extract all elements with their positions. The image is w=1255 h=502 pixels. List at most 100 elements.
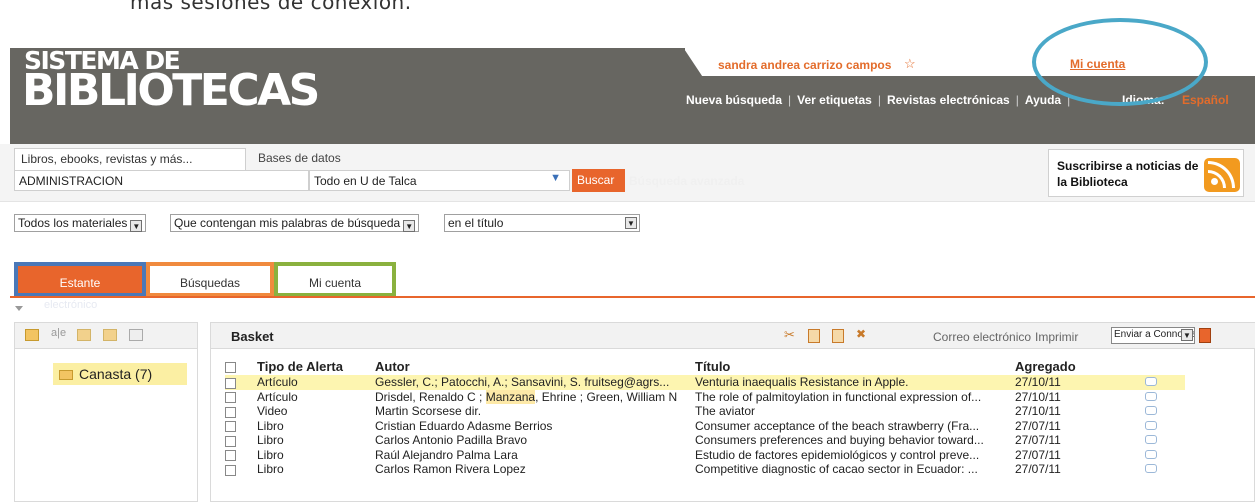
tab-mi-cuenta[interactable]: Mi cuenta	[274, 262, 396, 297]
row-type: Libro	[257, 433, 284, 448]
subscribe-news[interactable]: Suscribirse a noticias de la Biblioteca	[1048, 149, 1244, 197]
dropdown-arrow-icon: ▼	[1181, 329, 1193, 341]
rss-icon	[1204, 158, 1240, 192]
folder-canasta-label: Canasta (7)	[79, 366, 153, 382]
basket-title: Basket	[231, 329, 274, 344]
row-title[interactable]: Estudio de factores epidemiológicos y co…	[695, 448, 1015, 463]
email-action[interactable]: Correo electrónico	[933, 330, 1031, 344]
row-type: Libro	[257, 418, 284, 433]
row-checkbox[interactable]	[225, 464, 236, 476]
comment-icon[interactable]	[1145, 449, 1157, 459]
send-to-select[interactable]: Enviar a Connotea ▼	[1111, 327, 1195, 344]
site-header: SISTEMA DE BIBLIOTECAS sandra andrea car…	[10, 18, 1255, 144]
row-select-cell	[225, 375, 243, 390]
row-select-cell	[225, 433, 243, 448]
scope-select[interactable]: Todo en U de Talca ▼	[309, 170, 570, 191]
comment-icon[interactable]	[1145, 377, 1157, 387]
folder-canasta[interactable]: Canasta (7)	[53, 363, 187, 385]
row-checkbox[interactable]	[225, 450, 236, 462]
comment-icon[interactable]	[1145, 464, 1157, 474]
tab-estante[interactable]: Estante	[14, 262, 146, 297]
table-row[interactable]: Artículo Drisdel, Renaldo C ; Manzana, E…	[225, 389, 1185, 405]
row-note-cell	[1145, 448, 1185, 463]
row-date: 27/07/11	[1015, 433, 1061, 448]
row-checkbox[interactable]	[225, 435, 236, 447]
select-all-checkbox[interactable]	[225, 361, 236, 373]
collapse-caret-icon[interactable]	[15, 306, 23, 311]
tab-databases[interactable]: Bases de datos	[258, 151, 341, 165]
row-checkbox[interactable]	[225, 421, 236, 433]
row-checkbox[interactable]	[225, 392, 236, 404]
comment-icon[interactable]	[1145, 391, 1157, 401]
row-select-cell	[225, 404, 243, 419]
col-note	[1145, 357, 1185, 375]
row-author: Cristian Eduardo Adasme Berrios	[375, 418, 553, 433]
main-nav: Nueva búsqueda | Ver etiquetas | Revistas el…	[686, 93, 1071, 107]
table-row[interactable]: Libro Carlos Antonio Padilla Bravo Consu…	[225, 433, 1185, 448]
row-title[interactable]: Venturia inaequalis Resistance in Apple.	[695, 375, 1015, 390]
comment-icon[interactable]	[1145, 420, 1157, 430]
field-filter[interactable]: en el título ▼	[444, 214, 640, 232]
author-part: Drisdel, Renaldo C ;	[375, 389, 486, 404]
match-filter[interactable]: Que contengan mis palabras de búsqueda ▼	[170, 214, 420, 232]
nav-tags[interactable]: Ver etiquetas	[797, 93, 872, 107]
nav-help[interactable]: Ayuda	[1025, 93, 1061, 107]
comment-icon[interactable]	[1145, 406, 1157, 416]
row-title[interactable]: The role of palmitoylation in functional…	[695, 390, 1015, 405]
export-icon[interactable]	[1199, 328, 1211, 343]
delete-folder-icon[interactable]	[129, 329, 143, 341]
row-note-cell	[1145, 404, 1185, 419]
row-date: 27/10/11	[1015, 389, 1061, 404]
row-author: Drisdel, Renaldo C ; Manzana, Ehrine ; G…	[375, 389, 695, 405]
row-title[interactable]: Consumers preferences and buying behavio…	[695, 433, 1015, 448]
table-row[interactable]: Artículo Gessler, C.; Patocchi, A.; Sans…	[225, 375, 1185, 390]
row-author: Raúl Alejandro Palma Lara	[375, 447, 518, 462]
logo-line2: BIBLIOTECAS	[22, 65, 320, 116]
row-checkbox[interactable]	[225, 377, 236, 389]
search-input[interactable]: ADMINISTRACION	[14, 170, 309, 191]
table-row[interactable]: Libro Cristian Eduardo Adasme Berrios Co…	[225, 419, 1185, 434]
nav-ejournals[interactable]: Revistas electrónicas	[887, 93, 1010, 107]
copy-icon[interactable]	[808, 329, 820, 343]
star-icon[interactable]: ☆	[904, 56, 916, 72]
author-part: , Ehrine ; Green, William N	[535, 389, 678, 404]
cut-icon[interactable]: ✂	[784, 327, 796, 342]
table-header-row: Tipo de Alerta Autor Título Agregado	[225, 357, 1185, 375]
row-author: Gessler, C.; Patocchi, A.; Sansavini, S.…	[375, 375, 695, 390]
subscribe-label: Suscribirse a noticias de la Biblioteca	[1057, 159, 1199, 189]
paste-icon[interactable]	[832, 329, 844, 343]
advanced-search-link[interactable]: Búsqueda avanzada	[629, 174, 744, 188]
rename-icon[interactable]: a|e	[51, 327, 66, 339]
search-term-highlight: Manzana	[485, 389, 536, 404]
language-select[interactable]: Español	[1182, 93, 1229, 107]
tab-busquedas[interactable]: Búsquedas	[146, 262, 274, 297]
row-type: Artículo	[243, 375, 375, 390]
col-title[interactable]: Título	[695, 357, 1015, 375]
row-title[interactable]: The aviator	[695, 404, 1015, 419]
match-filter-value: Que contengan mis palabras de búsqueda	[174, 216, 401, 230]
row-note-cell	[1145, 433, 1185, 448]
material-filter[interactable]: Todos los materiales ▼	[14, 214, 147, 232]
folder-icon	[59, 370, 73, 380]
copy-folder-icon[interactable]	[103, 329, 117, 341]
table-row[interactable]: Video Martin Scorsese dir. The aviator 2…	[225, 404, 1185, 419]
col-added[interactable]: Agregado	[1015, 357, 1145, 375]
table-row[interactable]: Libro Raúl Alejandro Palma Lara Estudio …	[225, 448, 1185, 463]
comment-icon[interactable]	[1145, 435, 1157, 445]
remove-icon[interactable]: ✖	[856, 327, 868, 341]
row-date: 27/10/11	[1015, 375, 1145, 390]
search-area: Libros, ebooks, revistas y más... Bases …	[0, 144, 1255, 202]
tab-books[interactable]: Libros, ebooks, revistas y más...	[14, 148, 246, 170]
nav-new-search[interactable]: Nueva búsqueda	[686, 93, 782, 107]
row-title[interactable]: Consumer acceptance of the beach strawbe…	[695, 419, 1015, 434]
move-folder-icon[interactable]	[77, 329, 91, 341]
search-button[interactable]: Buscar	[572, 169, 625, 192]
table-row[interactable]: Libro Carlos Ramon Rivera Lopez Competit…	[225, 462, 1185, 477]
col-author[interactable]: Autor	[375, 357, 695, 375]
new-folder-icon[interactable]	[25, 329, 39, 341]
row-checkbox[interactable]	[225, 406, 236, 418]
row-title[interactable]: Competitive diagnostic of cacao sector i…	[695, 462, 1015, 477]
col-alert-type[interactable]: Tipo de Alerta	[243, 357, 375, 375]
print-action[interactable]: Imprimir	[1035, 330, 1078, 344]
row-date: 27/10/11	[1015, 404, 1061, 419]
